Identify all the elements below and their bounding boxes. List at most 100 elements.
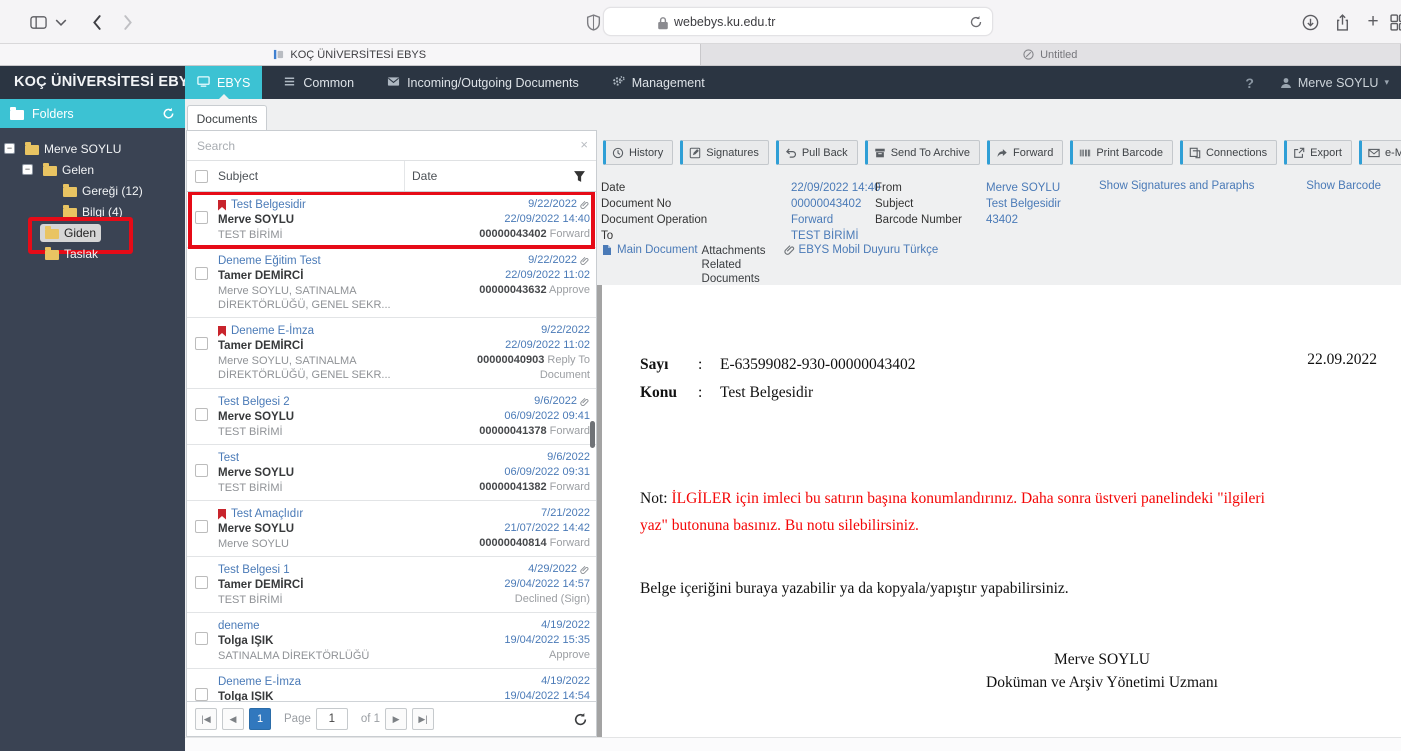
row-subject-line: Deneme E-İmza xyxy=(218,323,440,339)
sidebar-folder-merve-soylu[interactable]: − Merve SOYLU xyxy=(0,138,185,159)
row-docno: 00000043632 xyxy=(479,284,547,296)
date-text: 9/22/2022 xyxy=(541,324,590,336)
address-bar[interactable]: webebys.ku.edu.tr xyxy=(603,7,993,36)
table-row[interactable]: Deneme E-İmzaTolga IŞIKMerve SOYLU 4/19/2… xyxy=(187,669,596,701)
document-toolbar: History Signatures Pull Back Send To Archiv… xyxy=(603,140,1401,165)
privacy-shield-icon[interactable] xyxy=(583,12,603,32)
document-subject-link[interactable]: Test xyxy=(218,450,239,466)
row-checkbox[interactable] xyxy=(195,520,208,533)
sidebar-toggle-icon[interactable] xyxy=(28,12,48,32)
show-signatures-link[interactable]: Show Signatures and Paraphs xyxy=(1099,180,1254,192)
collapse-icon[interactable]: − xyxy=(4,143,15,154)
back-button[interactable] xyxy=(86,12,106,32)
table-row[interactable]: Deneme E-İmza Tamer DEMİRCİ Merve SOYLU, S… xyxy=(187,318,596,389)
document-subject-link[interactable]: Test Belgesi 2 xyxy=(218,394,290,410)
signatures-button[interactable]: Signatures xyxy=(680,140,769,165)
current-page-button[interactable]: 1 xyxy=(249,708,271,730)
row-checkbox[interactable] xyxy=(195,408,208,421)
sayi-row: Sayı: E-63599082-930-00000043402 xyxy=(640,351,915,379)
tab-documents[interactable]: Documents xyxy=(187,105,267,131)
row-docno-action: 00000043632 Approve xyxy=(479,284,590,296)
next-page-button[interactable]: ▶ xyxy=(385,708,408,730)
connections-button[interactable]: Connections xyxy=(1179,140,1278,165)
help-button[interactable]: ? xyxy=(1245,75,1254,91)
browser-tab-untitled[interactable]: Untitled xyxy=(701,44,1401,65)
browser-tab-ebys[interactable]: KOÇ ÜNİVERSİTESİ EBYS xyxy=(0,44,701,65)
table-row[interactable]: Deneme Eğitim Test Tamer DEMİRCİ Merve SOY… xyxy=(187,248,596,318)
nav-item-management[interactable]: Management xyxy=(600,66,717,99)
row-checkbox[interactable] xyxy=(195,632,208,645)
clear-search-icon[interactable]: × xyxy=(580,137,588,152)
note-paragraph: Not: İLGİLER için imleci bu satırın başı… xyxy=(640,490,1265,534)
document-subject-link[interactable]: Deneme E-İmza xyxy=(231,323,314,339)
ebys-favicon xyxy=(274,49,284,60)
e-mail-button[interactable]: e-Mail xyxy=(1358,140,1401,165)
user-menu[interactable]: Merve SOYLU ▾ xyxy=(1280,76,1389,90)
filter-icon[interactable] xyxy=(573,170,586,183)
preview-scrollbar[interactable] xyxy=(597,285,602,737)
send-to-archive-button[interactable]: Send To Archive xyxy=(864,140,980,165)
export-button[interactable]: Export xyxy=(1284,140,1352,165)
nav-item-ebys[interactable]: EBYS xyxy=(185,66,263,99)
document-subject-link[interactable]: Test Belgesidir xyxy=(231,197,306,213)
chevron-down-icon[interactable] xyxy=(55,12,67,32)
row-checkbox[interactable] xyxy=(195,267,208,280)
folder-label: Bilgi (4) xyxy=(82,204,123,219)
table-row[interactable]: Test Amaçlıdır Merve SOYLU Merve SOYLU 7/21… xyxy=(187,501,596,557)
sidebar-folder-gelen[interactable]: − Gelen xyxy=(0,159,185,180)
row-checkbox[interactable] xyxy=(195,576,208,589)
attachment-file-link[interactable]: EBYS Mobil Duyuru Türkçe xyxy=(783,244,938,256)
last-page-button[interactable]: ▶| xyxy=(412,708,435,730)
row-checkbox[interactable] xyxy=(195,337,208,350)
tab-overview-icon[interactable] xyxy=(1388,12,1401,32)
table-row[interactable]: Test Merve SOYLU TEST BİRİMİ 9/6/2022 06/09/… xyxy=(187,445,596,501)
document-subject-link[interactable]: deneme xyxy=(218,618,260,634)
sidebar-folder-bilgi-4[interactable]: Bilgi (4) xyxy=(0,201,185,222)
refresh-icon[interactable] xyxy=(162,107,175,120)
prev-page-button[interactable]: ◀ xyxy=(222,708,244,730)
page-number-input[interactable] xyxy=(315,708,348,730)
list-scrollbar[interactable] xyxy=(590,421,595,448)
document-subject-link[interactable]: Test Amaçlıdır xyxy=(231,506,303,522)
document-subject-link[interactable]: Test Belgesi 1 xyxy=(218,562,290,578)
nav-item-incoming-outgoing-documents[interactable]: Incoming/Outgoing Documents xyxy=(375,66,591,99)
show-barcode-link[interactable]: Show Barcode xyxy=(1306,180,1381,192)
reload-icon[interactable] xyxy=(969,15,983,29)
table-row[interactable]: Test Belgesidir Merve SOYLU TEST BİRİMİ 9/2… xyxy=(187,192,596,249)
detail-field-barcode-number: Barcode Number 43402 xyxy=(875,212,1061,228)
document-subject-link[interactable]: Deneme Eğitim Test xyxy=(218,253,321,269)
history-button[interactable]: History xyxy=(603,140,674,165)
document-subject-link[interactable]: Deneme E-İmza xyxy=(218,674,301,690)
sidebar-folder-giden[interactable]: Giden xyxy=(0,217,185,254)
row-meta: 4/19/2022 19/04/2022 15:35 Approve xyxy=(440,618,590,663)
pull-back-button[interactable]: Pull Back xyxy=(775,140,858,165)
row-sender: Tamer DEMİRCİ xyxy=(218,340,304,352)
table-row[interactable]: Test Belgesi 2 Merve SOYLU TEST BİRİMİ 9/6/… xyxy=(187,389,596,445)
main-document-link[interactable]: Main Document xyxy=(601,244,698,256)
first-page-button[interactable]: |◀ xyxy=(195,708,217,730)
column-date[interactable]: Date xyxy=(405,169,573,183)
search-input[interactable] xyxy=(187,131,596,160)
row-meta: 4/29/2022 29/04/2022 14:57 Declined (Sign) xyxy=(440,562,590,607)
row-checkbox[interactable] xyxy=(195,464,208,477)
refresh-icon[interactable] xyxy=(573,712,588,727)
folder-pill: Bilgi (4) xyxy=(58,203,128,221)
column-subject[interactable]: Subject xyxy=(218,161,405,191)
print-barcode-button[interactable]: Print Barcode xyxy=(1070,140,1173,165)
new-tab-icon[interactable]: + xyxy=(1363,11,1383,32)
detail-value: Test Belgesidir xyxy=(986,198,1061,210)
table-row[interactable]: Test Belgesi 1 Tamer DEMİRCİ TEST BİRİMİ 4/… xyxy=(187,557,596,613)
table-row[interactable]: deneme Tolga IŞIK SATINALMA DİREKTÖRLÜĞÜ 4/… xyxy=(187,613,596,669)
forward-button[interactable]: Forward xyxy=(986,140,1064,165)
downloads-icon[interactable] xyxy=(1300,12,1320,32)
collapse-icon[interactable]: − xyxy=(22,164,33,175)
share-icon[interactable] xyxy=(1332,12,1352,32)
sidebar-folder-taslak[interactable]: Taslak xyxy=(0,243,185,264)
detail-value: Forward xyxy=(791,214,834,226)
row-checkbox[interactable] xyxy=(195,688,208,701)
sidebar-folder-gere-i-12[interactable]: Gereği (12) xyxy=(0,180,185,201)
forward-button[interactable] xyxy=(118,12,138,32)
nav-item-common[interactable]: Common xyxy=(271,66,366,99)
row-checkbox[interactable] xyxy=(195,211,208,224)
select-all-checkbox[interactable] xyxy=(195,169,208,183)
